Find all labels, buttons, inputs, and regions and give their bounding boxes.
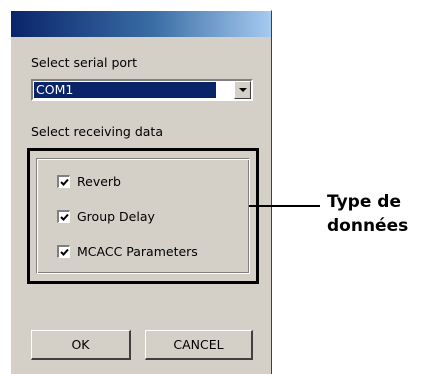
dropdown-button[interactable]	[234, 81, 251, 99]
title-bar[interactable]	[11, 11, 271, 37]
receiving-data-group: Reverb Group Delay MCACC Parameters	[36, 158, 250, 274]
mcacc-parameters-label: MCACC Parameters	[77, 244, 198, 259]
serial-settings-dialog: Select serial port COM1 Select receiving…	[10, 10, 272, 374]
annotation-pointer-line	[249, 205, 320, 207]
annotation-text: Type de données	[327, 190, 408, 238]
group-delay-label: Group Delay	[77, 209, 155, 224]
receiving-data-label: Select receiving data	[31, 124, 163, 139]
ok-button[interactable]: OK	[31, 330, 131, 360]
mcacc-parameters-checkbox[interactable]	[57, 245, 70, 258]
option-reverb[interactable]: Reverb	[57, 174, 121, 189]
reverb-checkbox[interactable]	[57, 175, 70, 188]
chevron-down-icon	[238, 88, 247, 92]
serial-port-select[interactable]: COM1	[31, 79, 253, 101]
group-delay-checkbox[interactable]	[57, 210, 70, 223]
serial-port-label: Select serial port	[31, 55, 138, 70]
checkmark-icon	[60, 178, 69, 186]
serial-port-value: COM1	[34, 82, 216, 98]
checkmark-icon	[60, 248, 69, 256]
option-group-delay[interactable]: Group Delay	[57, 209, 155, 224]
checkmark-icon	[60, 213, 69, 221]
cancel-button[interactable]: CANCEL	[145, 330, 253, 360]
reverb-label: Reverb	[77, 174, 121, 189]
annotation-line-1: Type de	[327, 192, 401, 212]
annotation-line-2: données	[327, 216, 409, 236]
option-mcacc-parameters[interactable]: MCACC Parameters	[57, 244, 198, 259]
annotation-highlight-box: Reverb Group Delay MCACC Parameters	[27, 148, 259, 284]
